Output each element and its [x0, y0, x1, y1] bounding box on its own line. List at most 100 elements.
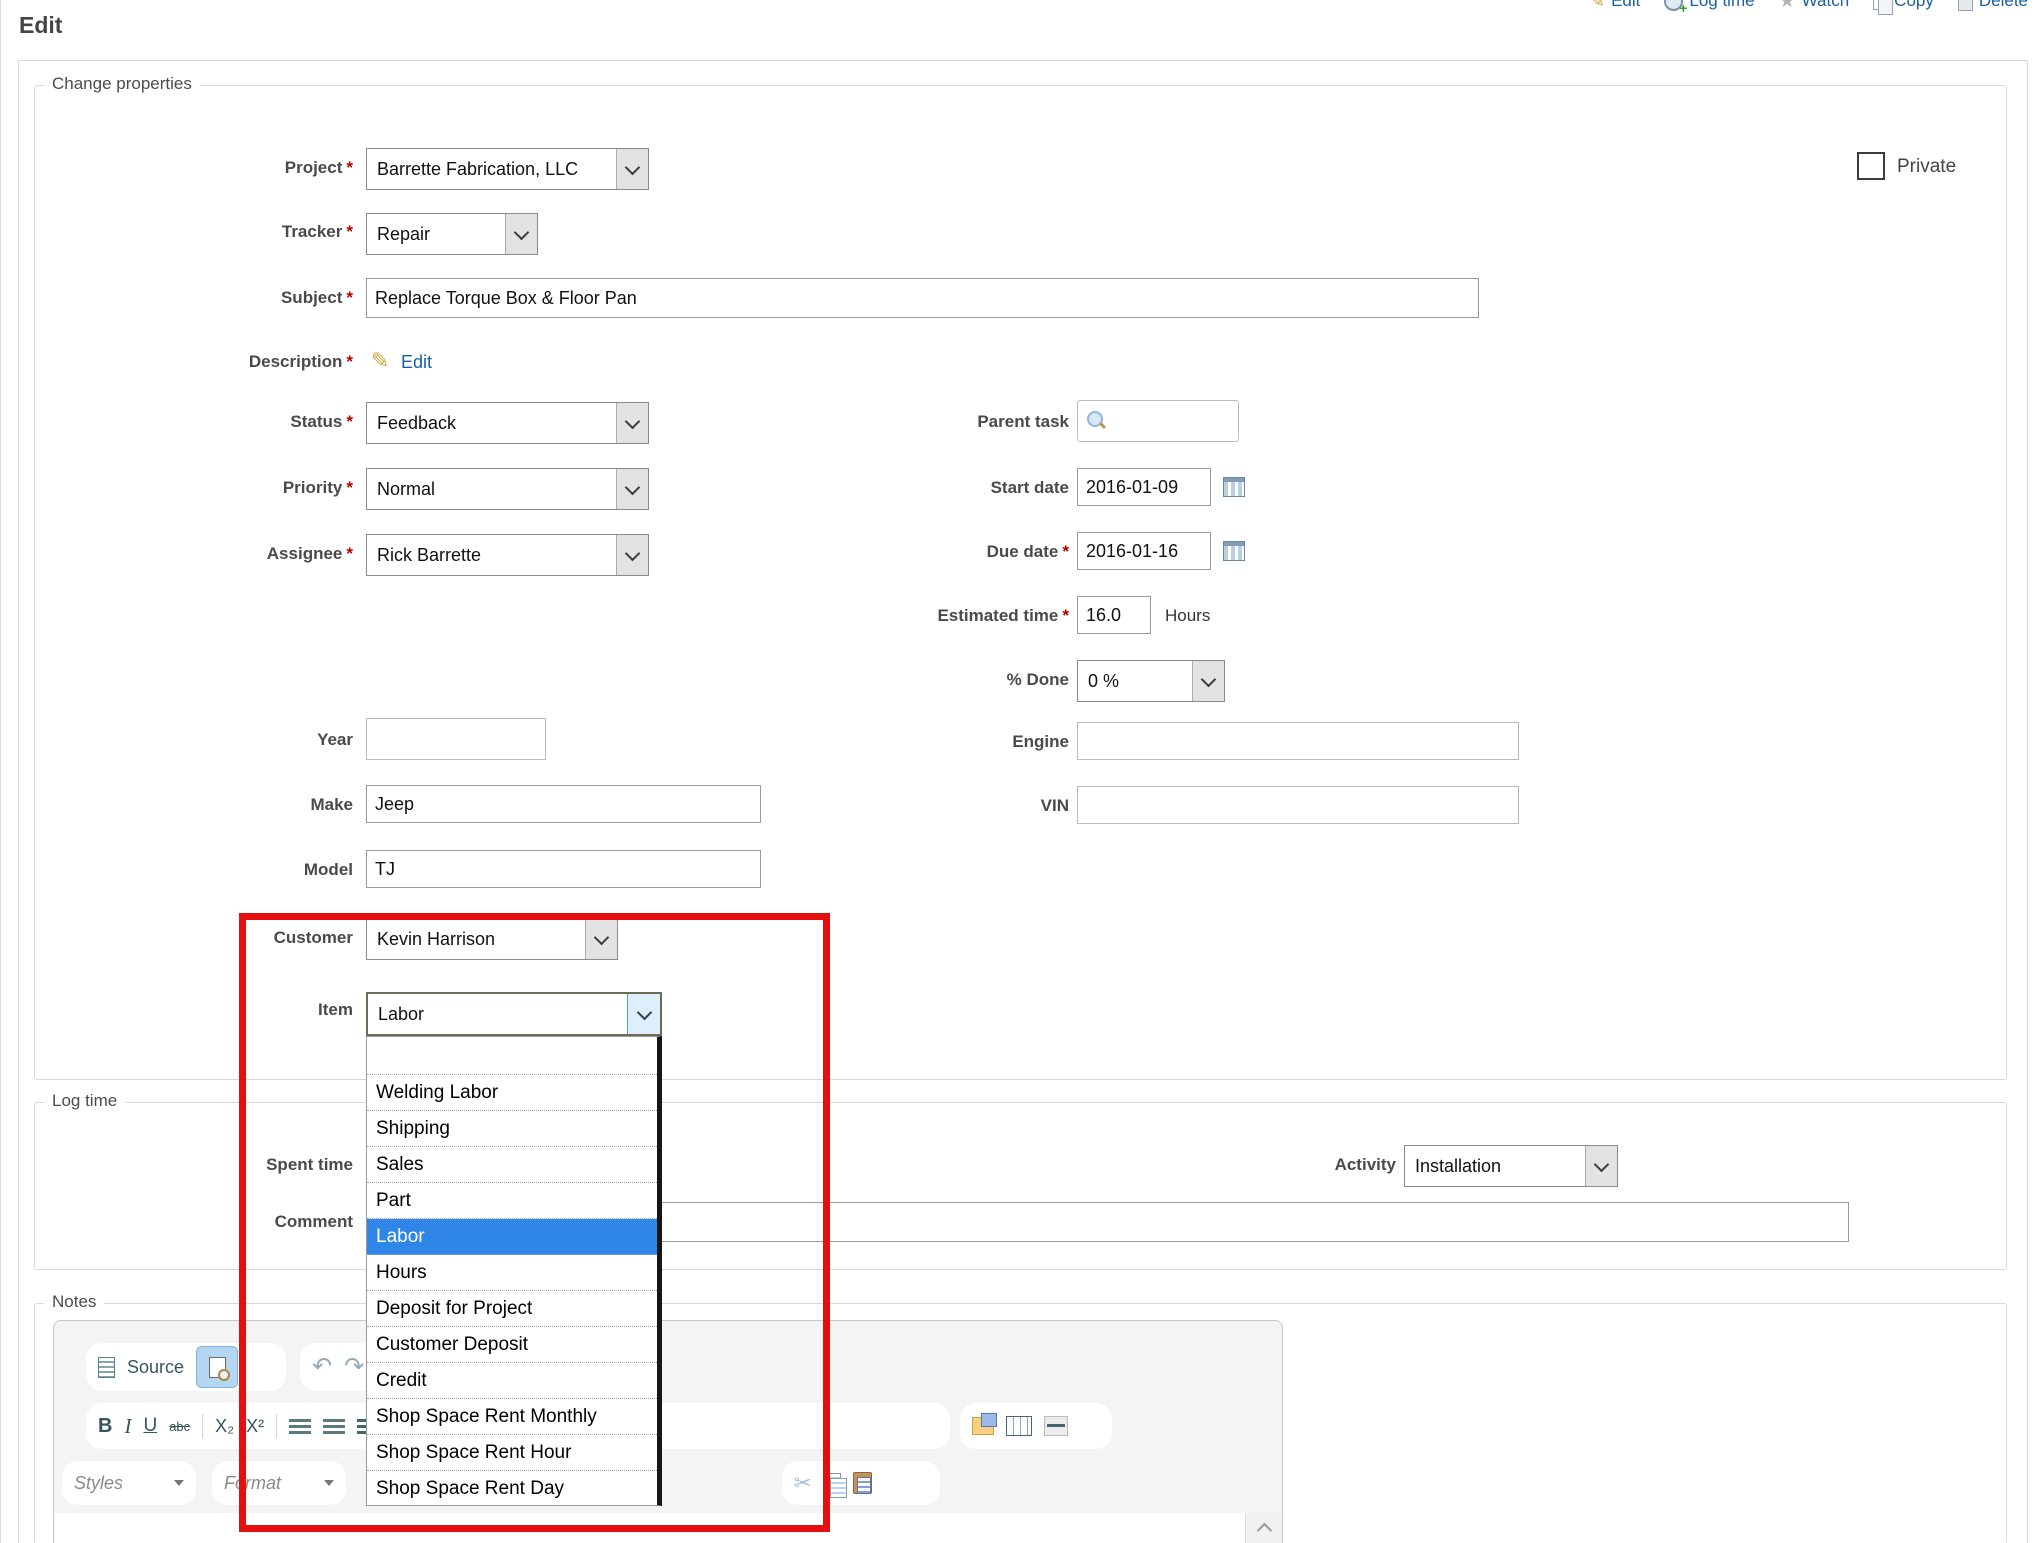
table-icon[interactable] [1006, 1416, 1032, 1436]
item-option[interactable]: Hours [367, 1255, 657, 1291]
chevron-down-icon [594, 929, 610, 945]
paste-icon[interactable] [853, 1472, 872, 1494]
watch-link[interactable]: ★ Watch [1779, 0, 1850, 11]
percent-done-select[interactable]: 0 % [1077, 660, 1225, 702]
clock-plus-icon [1664, 0, 1683, 11]
bullet-list-icon[interactable] [323, 1419, 345, 1434]
calendar-icon[interactable] [1223, 541, 1245, 561]
item-select[interactable]: Labor [366, 992, 662, 1036]
item-option[interactable]: Shop Space Rent Hour [367, 1435, 657, 1471]
styles-dropdown[interactable]: Styles [62, 1461, 196, 1505]
delete-link[interactable]: Delete [1958, 0, 2028, 11]
engine-input[interactable] [1077, 722, 1519, 760]
item-option[interactable]: Part [367, 1183, 657, 1219]
chevron-down-icon [1201, 671, 1217, 687]
source-icon [98, 1357, 115, 1378]
chevron-down-icon [625, 413, 641, 429]
log-time-link[interactable]: Log time [1664, 0, 1754, 11]
numbered-list-icon[interactable] [289, 1419, 311, 1434]
status-select[interactable]: Feedback [366, 402, 649, 444]
item-option-selected[interactable]: Labor [367, 1219, 657, 1255]
item-option[interactable]: Sales [367, 1147, 657, 1183]
chevron-down-icon [625, 545, 641, 561]
year-input[interactable] [366, 718, 546, 760]
tracker-label: Tracker* [282, 222, 353, 242]
priority-select-value: Normal [377, 479, 435, 500]
edit-link[interactable]: ✎ Edit [1589, 0, 1640, 11]
parent-task-label: Parent task [977, 412, 1069, 432]
activity-select[interactable]: Installation [1404, 1145, 1618, 1187]
percent-done-label: % Done [1007, 670, 1069, 690]
percent-done-select-button[interactable] [1192, 661, 1224, 701]
delete-link-label: Delete [1979, 0, 2028, 11]
chevron-down-icon [625, 479, 641, 495]
model-input[interactable] [366, 850, 761, 888]
item-select-button[interactable] [627, 994, 660, 1034]
customer-select[interactable]: Kevin Harrison [366, 918, 618, 960]
horizontal-rule-icon[interactable] [1044, 1416, 1068, 1436]
preview-button[interactable] [196, 1346, 238, 1388]
copy-link[interactable]: Copy [1873, 0, 1934, 11]
estimated-time-input[interactable] [1077, 596, 1151, 634]
priority-label: Priority* [283, 478, 353, 498]
contextual-actions: ✎ Edit Log time ★ Watch Copy Delete [1589, 0, 2028, 11]
priority-select[interactable]: Normal [366, 468, 649, 510]
assignee-select-button[interactable] [616, 535, 648, 575]
item-option[interactable]: Deposit for Project [367, 1291, 657, 1327]
status-label: Status* [290, 412, 353, 432]
tracker-select[interactable]: Repair [366, 213, 538, 255]
log-time-legend: Log time [44, 1091, 125, 1111]
start-date-input[interactable] [1077, 468, 1211, 506]
model-label: Model [304, 860, 353, 880]
notes-content-area[interactable] [55, 1513, 1245, 1543]
calendar-icon[interactable] [1223, 477, 1245, 497]
assignee-select[interactable]: Rick Barrette [366, 534, 649, 576]
image-icon[interactable] [972, 1417, 994, 1435]
italic-button[interactable]: I [124, 1414, 131, 1439]
assignee-label: Assignee* [267, 544, 353, 564]
chevron-down-icon [625, 159, 641, 175]
project-select[interactable]: Barrette Fabrication, LLC [366, 148, 649, 190]
bold-button[interactable]: B [98, 1415, 112, 1438]
item-label: Item [318, 1000, 353, 1020]
private-checkbox[interactable] [1857, 152, 1885, 180]
make-input[interactable] [366, 785, 761, 823]
item-option[interactable]: Credit [367, 1363, 657, 1399]
description-edit-link[interactable]: Edit [401, 352, 432, 373]
activity-select-button[interactable] [1585, 1146, 1617, 1186]
activity-select-value: Installation [1415, 1156, 1501, 1177]
copy-icon[interactable] [824, 1473, 841, 1493]
status-select-button[interactable] [616, 403, 648, 443]
chevron-up-icon [1256, 1522, 1272, 1538]
percent-done-select-value: 0 % [1088, 671, 1119, 692]
edit-link-label: Edit [1611, 0, 1640, 11]
source-button[interactable]: Source [127, 1357, 184, 1378]
item-option[interactable]: Shipping [367, 1111, 657, 1147]
item-option-blank[interactable] [367, 1039, 657, 1075]
tracker-select-button[interactable] [505, 214, 537, 254]
item-option[interactable]: Customer Deposit [367, 1327, 657, 1363]
item-option[interactable]: Welding Labor [367, 1075, 657, 1111]
format-dropdown[interactable]: Format [212, 1461, 346, 1505]
customer-select-button[interactable] [585, 919, 617, 959]
project-select-button[interactable] [616, 149, 648, 189]
item-option[interactable]: Shop Space Rent Day [367, 1471, 657, 1506]
subject-input[interactable] [366, 278, 1479, 318]
undo-icon[interactable]: ↶ [312, 1355, 332, 1379]
project-label: Project* [285, 158, 353, 178]
issue-edit-page: ✎ Edit Log time ★ Watch Copy Delete Edit… [0, 0, 2039, 1543]
priority-select-button[interactable] [616, 469, 648, 509]
scrollbar-up-button[interactable] [1245, 1513, 1282, 1543]
subscript-button[interactable]: X₂ [215, 1416, 234, 1437]
due-date-input[interactable] [1077, 532, 1211, 570]
cut-icon[interactable]: ✂ [794, 1473, 812, 1494]
strikethrough-button[interactable]: abc [169, 1419, 190, 1434]
item-option[interactable]: Shop Space Rent Monthly [367, 1399, 657, 1435]
redo-icon[interactable]: ↷ [344, 1355, 364, 1379]
notes-editor: Source ↶ ↷ B I U abc X₂ X² [53, 1320, 1283, 1543]
vin-input[interactable] [1077, 786, 1519, 824]
toolbar-group-insert [960, 1403, 1112, 1449]
pencil-icon: ✎ [371, 350, 389, 372]
underline-button[interactable]: U [143, 1415, 157, 1437]
superscript-button[interactable]: X² [246, 1416, 264, 1437]
